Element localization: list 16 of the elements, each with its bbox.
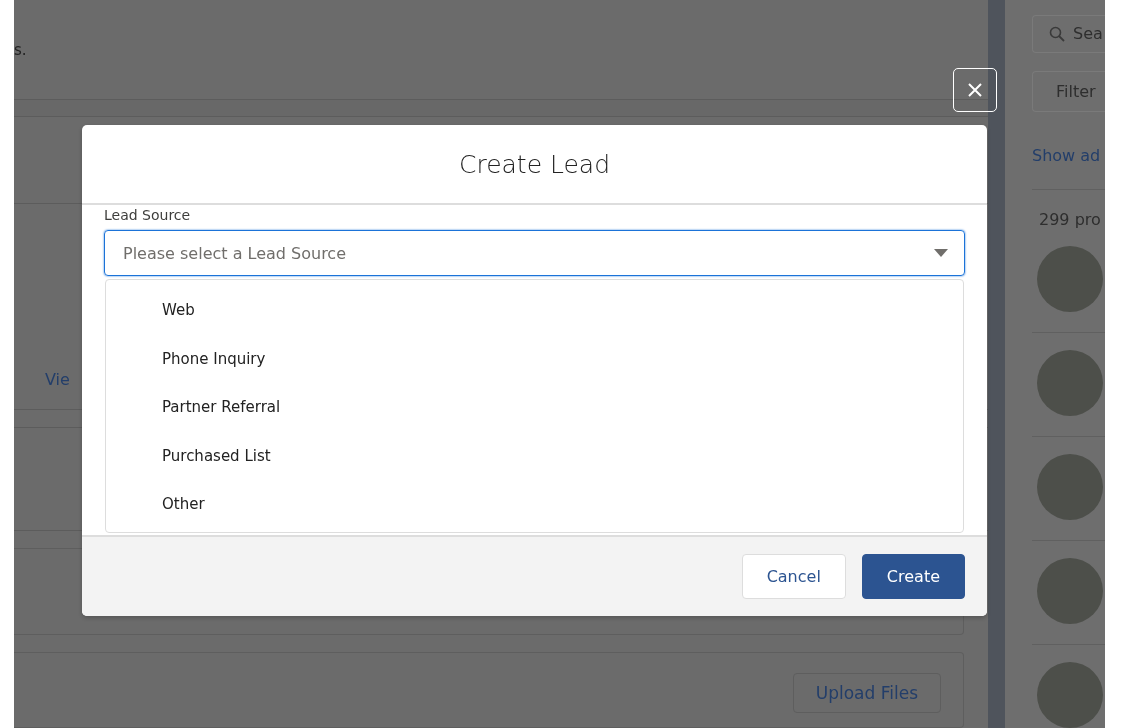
prospect-count: 299 pro	[1039, 210, 1102, 229]
dropdown-option[interactable]: Web	[106, 286, 963, 335]
dropdown-option[interactable]: Partner Referral	[106, 383, 963, 432]
caret-icon	[934, 249, 948, 257]
modal-title: Create Lead	[458, 149, 611, 179]
close-icon	[968, 83, 982, 97]
field-label: Lead Source	[104, 206, 192, 225]
lead-source-select[interactable]: Please select a Lead Source	[104, 230, 965, 276]
dropdown-option[interactable]: Phone Inquiry	[106, 334, 963, 383]
search-icon	[1049, 25, 1065, 42]
close-button[interactable]	[953, 68, 997, 112]
dropdown-option[interactable]: Other	[106, 480, 963, 529]
dropdown-option[interactable]: Purchased List	[106, 431, 963, 480]
cancel-button[interactable]: Cancel	[741, 554, 846, 599]
create-button[interactable]: Create	[861, 554, 965, 599]
notice-text: s.	[14, 40, 27, 59]
